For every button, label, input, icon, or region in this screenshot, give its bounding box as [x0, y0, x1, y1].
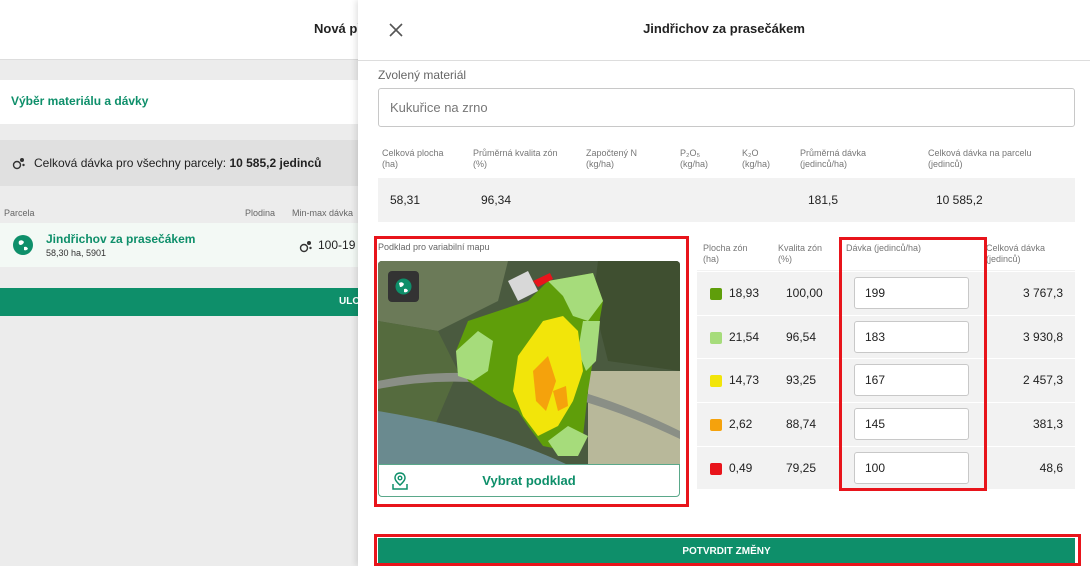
material-dose-section[interactable]: Výběr materiálu a dávky: [0, 80, 360, 124]
stat-value-avg-dose: 181,5: [808, 193, 839, 207]
column-parcel: Parcela: [4, 208, 35, 218]
background-header: Nová př: [0, 0, 363, 60]
stat-value-area: 58,31: [390, 193, 421, 207]
zone-quality: 100,00: [786, 286, 823, 300]
globe-icon: [395, 278, 412, 295]
zone-color-swatch: [710, 332, 722, 344]
stat-value-quality: 96,34: [481, 193, 512, 207]
stat-header-total-dose: Celková dávka na parcelu (jedinců): [928, 148, 1032, 169]
material-label: Zvolený materiál: [378, 68, 467, 82]
map-label: Podklad pro variabilní mapu: [378, 242, 490, 252]
material-input[interactable]: [378, 88, 1075, 127]
total-dose-text: Celková dávka pro všechny parcely: 10 58…: [34, 156, 322, 170]
zone-quality: 93,25: [786, 373, 817, 387]
zone-quality: 79,25: [786, 461, 817, 475]
zone-area: 0,49: [729, 461, 753, 475]
zone-dose-input[interactable]: [854, 277, 969, 309]
zone-quality: 88,74: [786, 417, 817, 431]
zone-row: 0,49 79,25 48,6: [697, 446, 1075, 489]
confirm-changes-label: POTVRDIT ZMĚNY: [682, 546, 771, 557]
zone-area: 21,54: [729, 330, 760, 344]
confirm-changes-button[interactable]: POTVRDIT ZMĚNY: [378, 538, 1075, 566]
zone-color-swatch: [710, 463, 722, 475]
drawer-header: Jindřichov za prasečákem: [358, 0, 1090, 61]
zone-dose-input[interactable]: [854, 321, 969, 353]
parcel-row[interactable]: Jindřichov za prasečákem 58,30 ha, 5901 …: [0, 223, 360, 267]
section-title: Výběr materiálu a dávky: [11, 94, 149, 108]
map-image: [378, 261, 680, 465]
stat-value-total-dose: 10 585,2: [936, 193, 983, 207]
stat-header-p2o5: P₂O₅ (kg/ha): [680, 148, 709, 169]
zone-color-swatch: [710, 375, 722, 387]
zone-header-dose: Dávka (jedinců/ha): [846, 243, 922, 253]
zone-row: 2,62 88,74 381,3: [697, 402, 1075, 445]
zone-total: 381,3: [1032, 417, 1063, 431]
save-button[interactable]: ULO: [0, 288, 360, 316]
parcel-range: 100-19: [318, 238, 356, 252]
background-panel: Nová př Výběr materiálu a dávky Celková …: [0, 0, 363, 566]
zone-total: 3 767,3: [1022, 286, 1063, 300]
column-crop: Plodina: [245, 208, 276, 218]
column-range: Min-max dávka: [292, 208, 354, 218]
total-dose-bar: Celková dávka pro všechny parcely: 10 58…: [0, 140, 360, 186]
zone-color-swatch: [710, 288, 722, 300]
background-title: Nová př: [314, 21, 363, 36]
zone-header-area: Plocha zón (ha): [703, 243, 748, 264]
stat-header-k2o: K₂O (kg/ha): [742, 148, 771, 169]
parcel-name: Jindřichov za prasečákem: [46, 232, 196, 246]
zone-row: 21,54 96,54 3 930,8: [697, 315, 1075, 358]
variable-rate-map[interactable]: [378, 261, 680, 465]
zone-dose-input[interactable]: [854, 452, 969, 484]
zone-area: 18,93: [729, 286, 760, 300]
drawer-title: Jindřichov za prasečákem: [643, 21, 805, 36]
zone-total: 2 457,3: [1022, 373, 1063, 387]
zone-total: 3 930,8: [1022, 330, 1063, 344]
zone-header-quality: Kvalita zón (%): [778, 243, 823, 264]
zone-quality: 96,54: [786, 330, 817, 344]
zone-area: 14,73: [729, 373, 760, 387]
parcel-subtitle: 58,30 ha, 5901: [46, 248, 107, 258]
save-label: ULO: [339, 296, 361, 307]
zone-total: 48,6: [1039, 461, 1063, 475]
select-basemap-button[interactable]: Vybrat podklad: [378, 464, 680, 497]
zone-area: 2,62: [729, 417, 753, 431]
stat-header-quality: Průměrná kvalita zón (%): [473, 148, 558, 169]
stat-header-avg-dose: Průměrná dávka (jedinců/ha): [800, 148, 867, 169]
seed-icon: [12, 158, 25, 170]
zone-header-total: Celková dávka (jedinců): [986, 243, 1046, 264]
zone-color-swatch: [710, 419, 722, 431]
seed-icon: [299, 241, 312, 253]
zone-row: 18,93 100,00 3 767,3: [697, 271, 1075, 314]
stat-header-nitrogen: Započtený N (kg/ha): [586, 148, 638, 169]
globe-icon: [13, 235, 33, 255]
map-layer-button[interactable]: [388, 271, 419, 302]
zone-dose-input[interactable]: [854, 408, 969, 440]
select-basemap-label: Vybrat podklad: [482, 473, 576, 488]
zone-row: 14,73 93,25 2 457,3: [697, 358, 1075, 401]
zone-dose-input[interactable]: [854, 364, 969, 396]
stat-header-area: Celková plocha (ha): [382, 148, 444, 169]
parcel-drawer: Jindřichov za prasečákem Zvolený materiá…: [358, 0, 1090, 566]
